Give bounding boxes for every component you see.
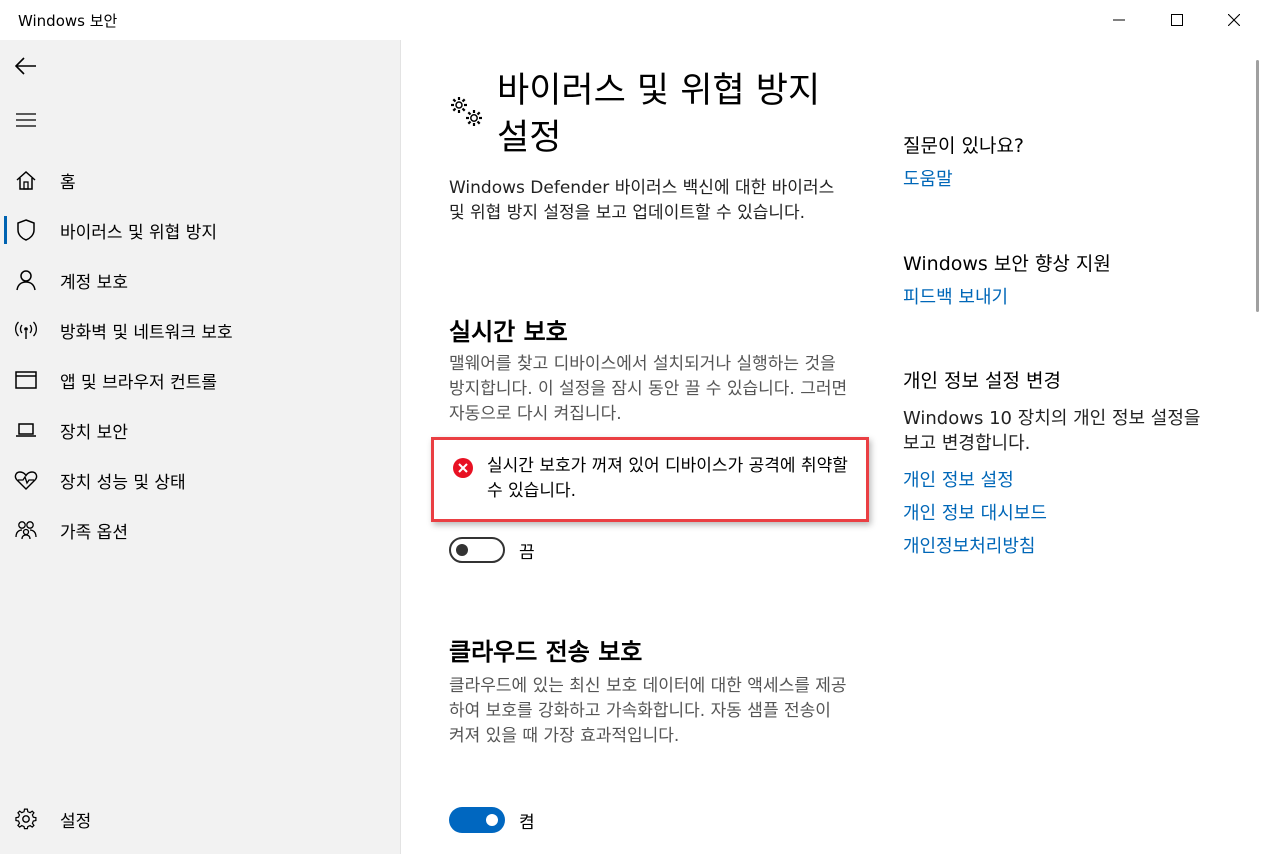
privacy-heading: 개인 정보 설정 변경: [903, 370, 1061, 392]
page-title: 바이러스 및 위협 방지 설정: [497, 71, 821, 158]
wireless-antenna-icon: [14, 318, 38, 342]
cloud-toggle-label: 켬: [519, 813, 535, 833]
sidebar-item-home[interactable]: 홈: [0, 158, 400, 202]
laptop-icon: [14, 418, 38, 442]
cloud-protection-description: 클라우드에 있는 최신 보호 데이터에 대한 액세스를 제공하여 보호를 강화하…: [449, 676, 847, 746]
realtime-protection-toggle[interactable]: [449, 537, 505, 563]
sidebar-item-virus-threat-protection[interactable]: 바이러스 및 위협 방지: [0, 208, 400, 252]
page-description: Windows Defender 바이러스 백신에 대한 바이러스 및 위협 방…: [449, 178, 835, 223]
sidebar-item-label: 장치 보안: [60, 422, 128, 443]
error-icon: [453, 458, 473, 478]
close-icon: [1228, 14, 1240, 26]
gear-icon: [14, 807, 38, 831]
family-icon: [14, 518, 38, 542]
sidebar-item-app-browser-control[interactable]: 앱 및 브라우저 컨트롤: [0, 358, 400, 402]
minimize-button[interactable]: [1090, 0, 1148, 40]
sidebar-item-device-security[interactable]: 장치 보안: [0, 408, 400, 452]
close-button[interactable]: [1205, 0, 1263, 40]
sidebar-item-firewall[interactable]: 방화벽 및 네트워크 보호: [0, 308, 400, 352]
main-content: 바이러스 및 위협 방지 설정 Windows Defender 바이러스 백신…: [401, 40, 1263, 854]
realtime-protection-title: 실시간 보호: [449, 318, 568, 346]
alert-message: 실시간 보호가 꺼져 있어 디바이스가 공격에 취약할 수 있습니다.: [487, 456, 848, 501]
window-title: Windows 보안: [18, 12, 118, 30]
realtime-protection-description: 맬웨어를 찾고 디바이스에서 설치되거나 실행하는 것을 방지합니다. 이 설정…: [449, 354, 848, 424]
settings-gears-icon: [449, 95, 485, 129]
back-button[interactable]: [10, 50, 42, 82]
sidebar-item-label: 장치 성능 및 상태: [60, 472, 186, 493]
sidebar-item-label: 설정: [60, 811, 92, 832]
sidebar-item-device-performance[interactable]: 장치 성능 및 상태: [0, 458, 400, 502]
sidebar-item-label: 계정 보호: [60, 272, 128, 293]
help-link[interactable]: 도움말: [903, 165, 953, 191]
sidebar-item-label: 바이러스 및 위협 방지: [60, 222, 217, 243]
privacy-dashboard-link[interactable]: 개인 정보 대시보드: [903, 499, 1047, 525]
hamburger-menu-button[interactable]: [10, 104, 42, 136]
privacy-settings-link[interactable]: 개인 정보 설정: [903, 466, 1014, 492]
title-bar: Windows 보안: [0, 0, 1263, 40]
sidebar-item-family-options[interactable]: 가족 옵션: [0, 508, 400, 552]
toggle-knob: [486, 814, 498, 826]
sidebar-item-settings[interactable]: 설정: [0, 797, 400, 841]
realtime-toggle-label: 끔: [519, 543, 535, 563]
question-heading: 질문이 있나요?: [903, 135, 1025, 157]
privacy-statement-link[interactable]: 개인정보처리방침: [903, 532, 1035, 558]
shield-icon: [14, 218, 38, 242]
heart-pulse-icon: [14, 468, 38, 492]
home-icon: [14, 168, 38, 192]
sidebar-item-label: 앱 및 브라우저 컨트롤: [60, 372, 217, 393]
toggle-knob: [456, 544, 468, 556]
sidebar-item-label: 가족 옵션: [60, 522, 128, 543]
sidebar-item-label: 홈: [60, 172, 76, 193]
improve-heading: Windows 보안 향상 지원: [903, 253, 1111, 275]
sidebar-item-account-protection[interactable]: 계정 보호: [0, 258, 400, 302]
feedback-link[interactable]: 피드백 보내기: [903, 283, 1008, 309]
hamburger-icon: [16, 113, 36, 127]
cloud-protection-toggle[interactable]: [449, 807, 505, 833]
realtime-off-alert: 실시간 보호가 꺼져 있어 디바이스가 공격에 취약할 수 있습니다.: [431, 437, 869, 522]
sidebar: 홈 바이러스 및 위협 방지 계정 보호 방화벽 및 네트워크 보호 앱 및 브…: [0, 40, 401, 854]
privacy-description: Windows 10 장치의 개인 정보 설정을 보고 변경합니다.: [903, 408, 1201, 454]
sidebar-item-label: 방화벽 및 네트워크 보호: [60, 322, 233, 343]
back-arrow-icon: [15, 57, 36, 75]
cloud-protection-title: 클라우드 전송 보호: [449, 638, 643, 666]
minimize-icon: [1113, 19, 1125, 21]
maximize-button[interactable]: [1148, 0, 1206, 40]
person-icon: [14, 268, 38, 292]
vertical-scrollbar[interactable]: [1256, 60, 1259, 312]
maximize-icon: [1171, 14, 1183, 26]
app-window-icon: [14, 368, 38, 392]
selection-indicator: [4, 216, 7, 244]
